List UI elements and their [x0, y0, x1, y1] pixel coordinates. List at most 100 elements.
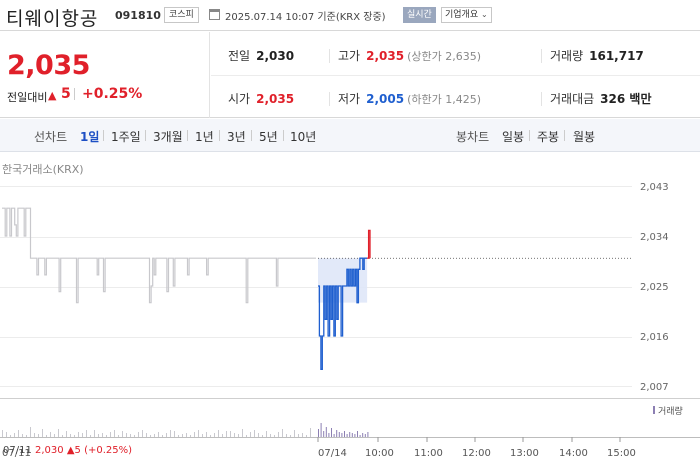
- volume-bar: [278, 432, 279, 437]
- open-value: 2,035: [256, 92, 295, 106]
- volume-bar: [42, 429, 43, 437]
- divider: [251, 130, 252, 141]
- low-value: 2,005: [366, 92, 405, 106]
- volume-bar: [274, 435, 275, 437]
- volume-bar: [186, 433, 187, 437]
- volume-bar: [10, 435, 11, 437]
- current-price-box: 2,035 전일대비 ▲ 5 +0.25%: [0, 32, 210, 118]
- previous-session-line: [2, 207, 316, 304]
- volume-bar: [331, 428, 332, 437]
- volume-bar: [98, 434, 99, 437]
- volume-bar: [106, 435, 107, 437]
- volume-bar: [138, 432, 139, 437]
- high-cell: 고가 2,035 (상한가 2,635): [338, 47, 481, 64]
- tab-period-3m[interactable]: 3개월: [153, 128, 183, 145]
- volume-bar: [354, 434, 356, 437]
- volume-bar: [82, 433, 83, 437]
- volume-bar: [78, 432, 79, 437]
- volume-bar: [6, 432, 7, 437]
- volume-bar: [102, 433, 103, 437]
- volume-bar: [206, 432, 207, 437]
- volume-bar: [34, 433, 35, 437]
- candle-chart-label: 봉차트: [456, 130, 490, 144]
- volume-bar: [254, 430, 255, 437]
- volume-bar: [14, 433, 15, 437]
- change-value: 5: [61, 86, 71, 102]
- volume-bar: [364, 434, 366, 437]
- volume-bar: [318, 429, 319, 437]
- tab-period-5y[interactable]: 5년: [259, 128, 278, 145]
- volume-bar: [222, 434, 223, 437]
- volume-value: 161,717: [589, 49, 644, 63]
- volume-bar: [338, 432, 340, 437]
- volume-bar: [367, 432, 369, 437]
- volume-bar: [266, 431, 267, 437]
- volume-bar: [349, 432, 351, 437]
- volume-bar: [226, 431, 227, 437]
- high-label: 고가: [338, 49, 361, 63]
- market-badge: 코스피: [164, 7, 199, 23]
- x-tick-label: 10:00: [365, 448, 394, 459]
- footer-date: 07/11: [3, 445, 32, 456]
- volume-bar: [94, 430, 95, 437]
- price-chart-area[interactable]: 한국거래소(KRX) 2,043 2,034 2,025 2,016 2,007…: [0, 153, 700, 465]
- volume-bar: [242, 429, 243, 437]
- tab-period-1y[interactable]: 1년: [195, 128, 214, 145]
- volume-bar: [178, 435, 179, 437]
- price-chart[interactable]: 한국거래소(KRX) 2,043 2,034 2,025 2,016 2,007…: [0, 153, 700, 465]
- company-overview-button[interactable]: 기업개요 ⌄: [441, 7, 492, 23]
- volume-bar: [214, 433, 215, 437]
- current-price: 2,035: [7, 50, 90, 81]
- volume-bar: [234, 433, 235, 437]
- divider: [283, 130, 284, 141]
- amount-label: 거래대금: [550, 92, 595, 106]
- change-divider: [74, 88, 75, 100]
- volume-bars: [2, 423, 369, 437]
- volume-bar: [302, 433, 303, 437]
- footer-price: 2,030: [35, 445, 64, 456]
- volume-bar: [66, 431, 67, 437]
- volume-bar: [90, 435, 91, 437]
- tab-period-1d[interactable]: 1일: [80, 128, 99, 145]
- stock-name: 티웨이항공: [6, 8, 99, 30]
- divider: [541, 92, 542, 106]
- volume-bar: [2, 430, 3, 437]
- volume-bar: [238, 434, 239, 437]
- volume-bar: [170, 430, 171, 437]
- volume-bar: [22, 434, 23, 437]
- volume-label: 거래량: [550, 49, 584, 63]
- x-tick-label: 11:00: [414, 448, 443, 459]
- tab-candle-monthly[interactable]: 월봉: [573, 128, 595, 145]
- volume-bar: [62, 435, 63, 437]
- low-label: 저가: [338, 92, 361, 106]
- volume-bar: [194, 432, 195, 437]
- prev-close-value: 2,030: [256, 49, 295, 63]
- volume-bar: [357, 431, 358, 437]
- realtime-button[interactable]: 실시간: [403, 7, 436, 23]
- divider: [187, 130, 188, 141]
- tab-period-1w[interactable]: 1주일: [111, 128, 141, 145]
- tab-candle-weekly[interactable]: 주봉: [537, 128, 559, 145]
- volume-bar: [58, 429, 59, 437]
- x-tick-label: 14:00: [559, 448, 588, 459]
- volume-bar: [142, 430, 143, 437]
- tab-period-10y[interactable]: 10년: [290, 128, 316, 145]
- volume-bar: [118, 435, 119, 437]
- volume-bar: [328, 433, 330, 437]
- x-tick-label: 07/14: [318, 448, 347, 459]
- volume-bar: [359, 435, 361, 437]
- tab-candle-daily[interactable]: 일봉: [502, 128, 524, 145]
- x-tick-label: 15:00: [607, 448, 636, 459]
- y-tick-label: 2,043: [640, 182, 669, 193]
- volume-bar: [270, 434, 271, 437]
- volume-bar: [344, 431, 345, 437]
- volume-bar: [320, 423, 322, 437]
- quote-summary: 2,035 전일대비 ▲ 5 +0.25% 전일 2,030 고가 2,035 (상한…: [0, 32, 700, 118]
- chart-source: 한국거래소(KRX): [2, 163, 84, 176]
- volume-bar: [70, 434, 71, 437]
- amount-cell: 거래대금 326 백만: [550, 90, 651, 107]
- volume-legend-swatch: [653, 406, 655, 414]
- tab-period-3y[interactable]: 3년: [227, 128, 246, 145]
- footer-percent: (+0.25%): [84, 445, 133, 456]
- stock-code: 091810: [115, 9, 161, 22]
